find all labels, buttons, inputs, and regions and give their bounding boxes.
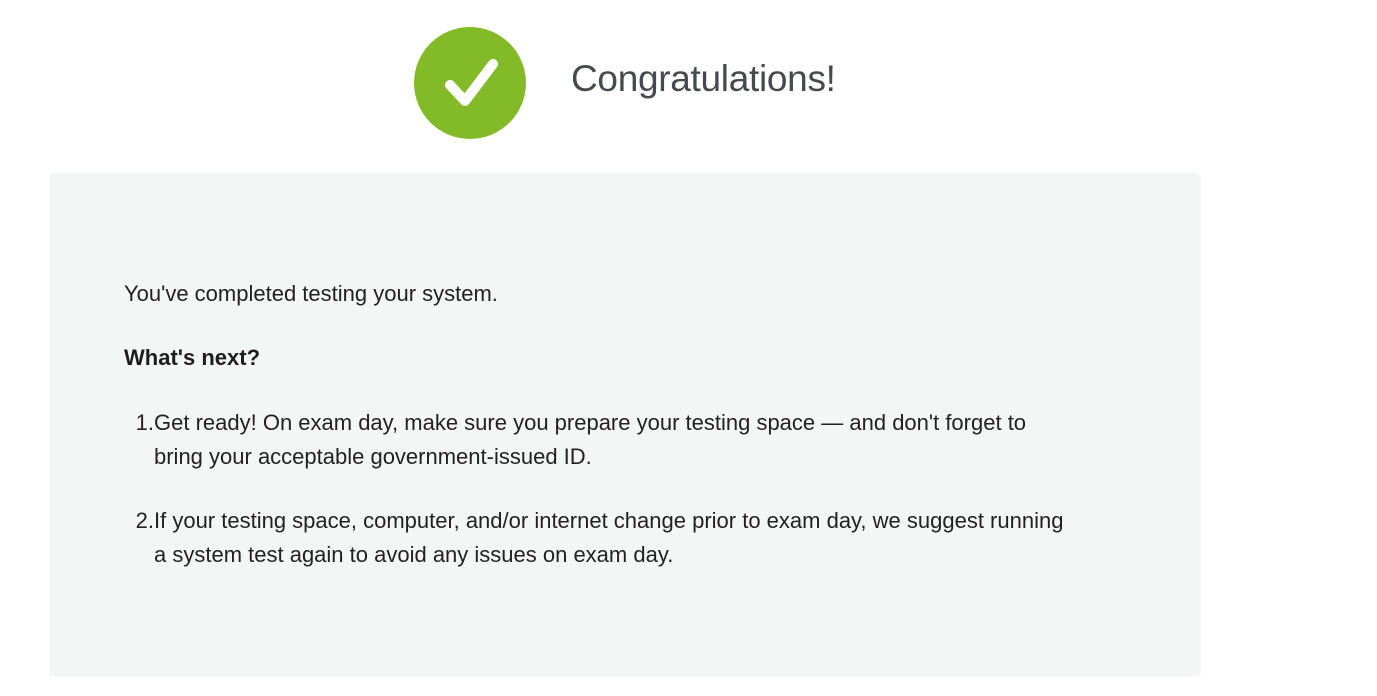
system-test-complete-page: Congratulations! You've completed testin… (0, 0, 1377, 696)
next-steps-panel: You've completed testing your system. Wh… (49, 173, 1201, 677)
page-title: Congratulations! (571, 58, 836, 99)
step-text: If your testing space, computer, and/or … (154, 508, 1064, 567)
step-number: 2. (135, 508, 154, 533)
check-circle-icon (414, 27, 526, 139)
completion-message: You've completed testing your system. (124, 281, 498, 306)
next-steps-list: 1. Get ready! On exam day, make sure you… (124, 406, 1064, 602)
step-text: Get ready! On exam day, make sure you pr… (154, 410, 1027, 469)
step-number: 1. (135, 410, 154, 435)
whats-next-heading: What's next? (124, 345, 261, 370)
list-item: 2. If your testing space, computer, and/… (124, 504, 1064, 572)
list-item: 1. Get ready! On exam day, make sure you… (124, 406, 1064, 474)
